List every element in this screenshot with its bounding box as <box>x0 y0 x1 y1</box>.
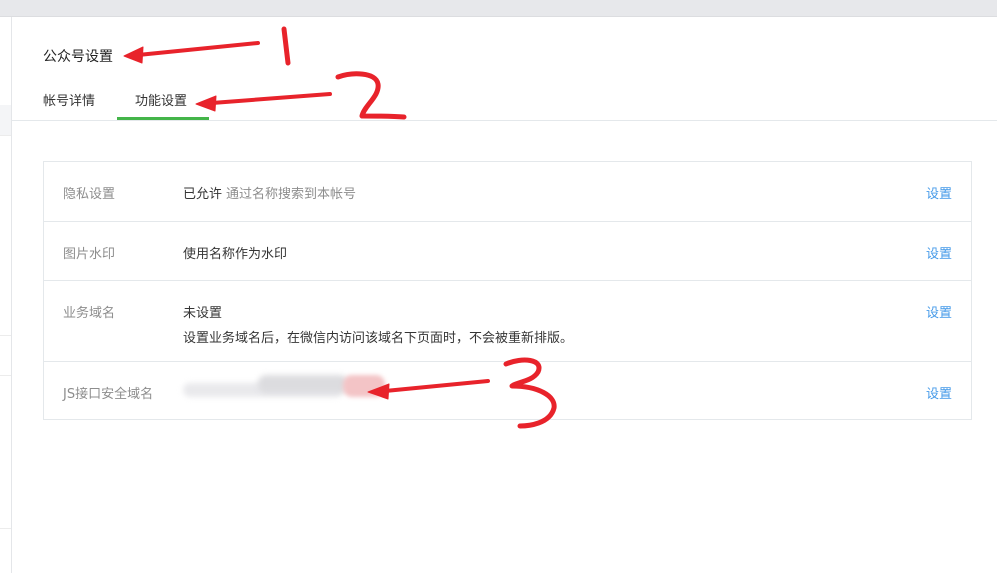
sidebar-divider <box>0 375 11 376</box>
privacy-settings-link[interactable]: 设置 <box>926 183 952 202</box>
settings-row-business-domain: 业务域名 未设置设置业务域名后，在微信内访问该域名下页面时，不会被重新排版。 设… <box>44 280 971 361</box>
sidebar-divider <box>0 528 11 529</box>
top-bar <box>0 0 997 17</box>
business-domain-description: 设置业务域名后，在微信内访问该域名下页面时，不会被重新排版。 <box>183 331 574 346</box>
privacy-status: 已允许 <box>183 187 223 202</box>
main-content: 公众号设置 帐号详情 功能设置 隐私设置 已允许 通过名称搜索到本帐号 设置 图片… <box>12 17 997 573</box>
sidebar-divider <box>0 335 11 336</box>
tab-bar: 帐号详情 功能设置 <box>12 81 997 121</box>
sidebar-highlight <box>0 105 11 135</box>
settings-row-watermark: 图片水印 使用名称作为水印 设置 <box>44 221 971 280</box>
page-title: 公众号设置 <box>43 49 113 65</box>
setting-label: JS接口安全域名 <box>63 387 154 402</box>
setting-label: 图片水印 <box>63 247 116 262</box>
watermark-value: 使用名称作为水印 <box>183 247 288 262</box>
tab-account-details[interactable]: 帐号详情 <box>43 90 95 109</box>
watermark-settings-link[interactable]: 设置 <box>926 243 952 262</box>
js-domain-settings-link[interactable]: 设置 <box>926 383 952 402</box>
setting-value: 未设置设置业务域名后，在微信内访问该域名下页面时，不会被重新排版。 <box>183 302 573 346</box>
active-tab-indicator <box>117 117 209 120</box>
privacy-detail: 通过名称搜索到本帐号 <box>226 187 357 202</box>
settings-row-js-domain: JS接口安全域名 设置 <box>44 361 971 419</box>
sidebar-divider <box>0 135 11 136</box>
business-domain-status: 未设置 <box>183 306 223 321</box>
settings-table: 隐私设置 已允许 通过名称搜索到本帐号 设置 图片水印 使用名称作为水印 设置 业… <box>43 161 972 420</box>
setting-label: 业务域名 <box>63 306 116 321</box>
tab-feature-settings[interactable]: 功能设置 <box>135 90 187 109</box>
redacted-domain-value <box>183 375 388 403</box>
left-sidebar <box>0 17 12 573</box>
business-domain-settings-link[interactable]: 设置 <box>926 302 952 321</box>
settings-row-privacy: 隐私设置 已允许 通过名称搜索到本帐号 设置 <box>44 162 971 221</box>
setting-label: 隐私设置 <box>63 187 116 202</box>
setting-value: 已允许 通过名称搜索到本帐号 <box>183 183 356 202</box>
